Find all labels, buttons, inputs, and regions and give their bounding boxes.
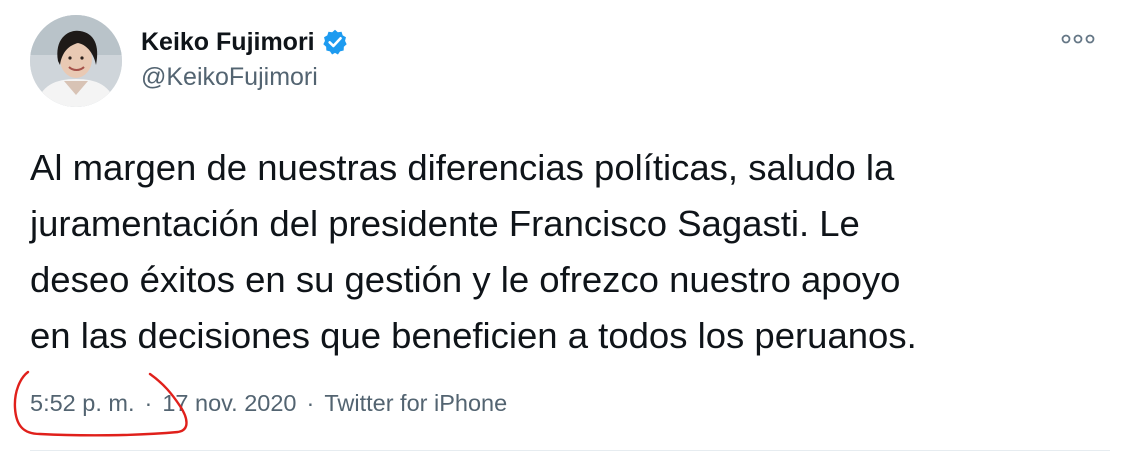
tweet-metadata: 5:52 p. m. · 17 nov. 2020 · Twitter for …: [30, 390, 507, 417]
author-name-row: Keiko Fujimori: [141, 24, 349, 60]
tweet-time-link[interactable]: 5:52 p. m.: [30, 390, 135, 417]
avatar[interactable]: [30, 15, 122, 107]
tweet-source-link[interactable]: Twitter for iPhone: [324, 390, 507, 417]
tweet-text-line: deseo éxitos en su gestión y le ofrezco …: [30, 259, 901, 300]
avatar-photo: [30, 15, 122, 107]
author-handle[interactable]: @KeikoFujimori: [141, 63, 318, 92]
author-display-name[interactable]: Keiko Fujimori: [141, 28, 315, 57]
tweet-text-line: Al margen de nuestras diferencias políti…: [30, 147, 895, 188]
verified-badge-icon: [321, 28, 349, 56]
more-options-icon: [1061, 34, 1095, 44]
meta-separator: ·: [306, 390, 315, 416]
more-options-button[interactable]: [1058, 25, 1098, 53]
divider: [30, 450, 1110, 451]
tweet-text-line: en las decisiones que beneficien a todos…: [30, 315, 917, 356]
tweet-date-link[interactable]: 17 nov. 2020: [162, 390, 296, 417]
tweet-card: Keiko Fujimori @KeikoFujimori Al margen …: [0, 0, 1137, 469]
meta-separator: ·: [144, 390, 153, 416]
tweet-text: Al margen de nuestras diferencias políti…: [30, 140, 1110, 364]
tweet-text-line: juramentación del presidente Francisco S…: [30, 203, 860, 244]
